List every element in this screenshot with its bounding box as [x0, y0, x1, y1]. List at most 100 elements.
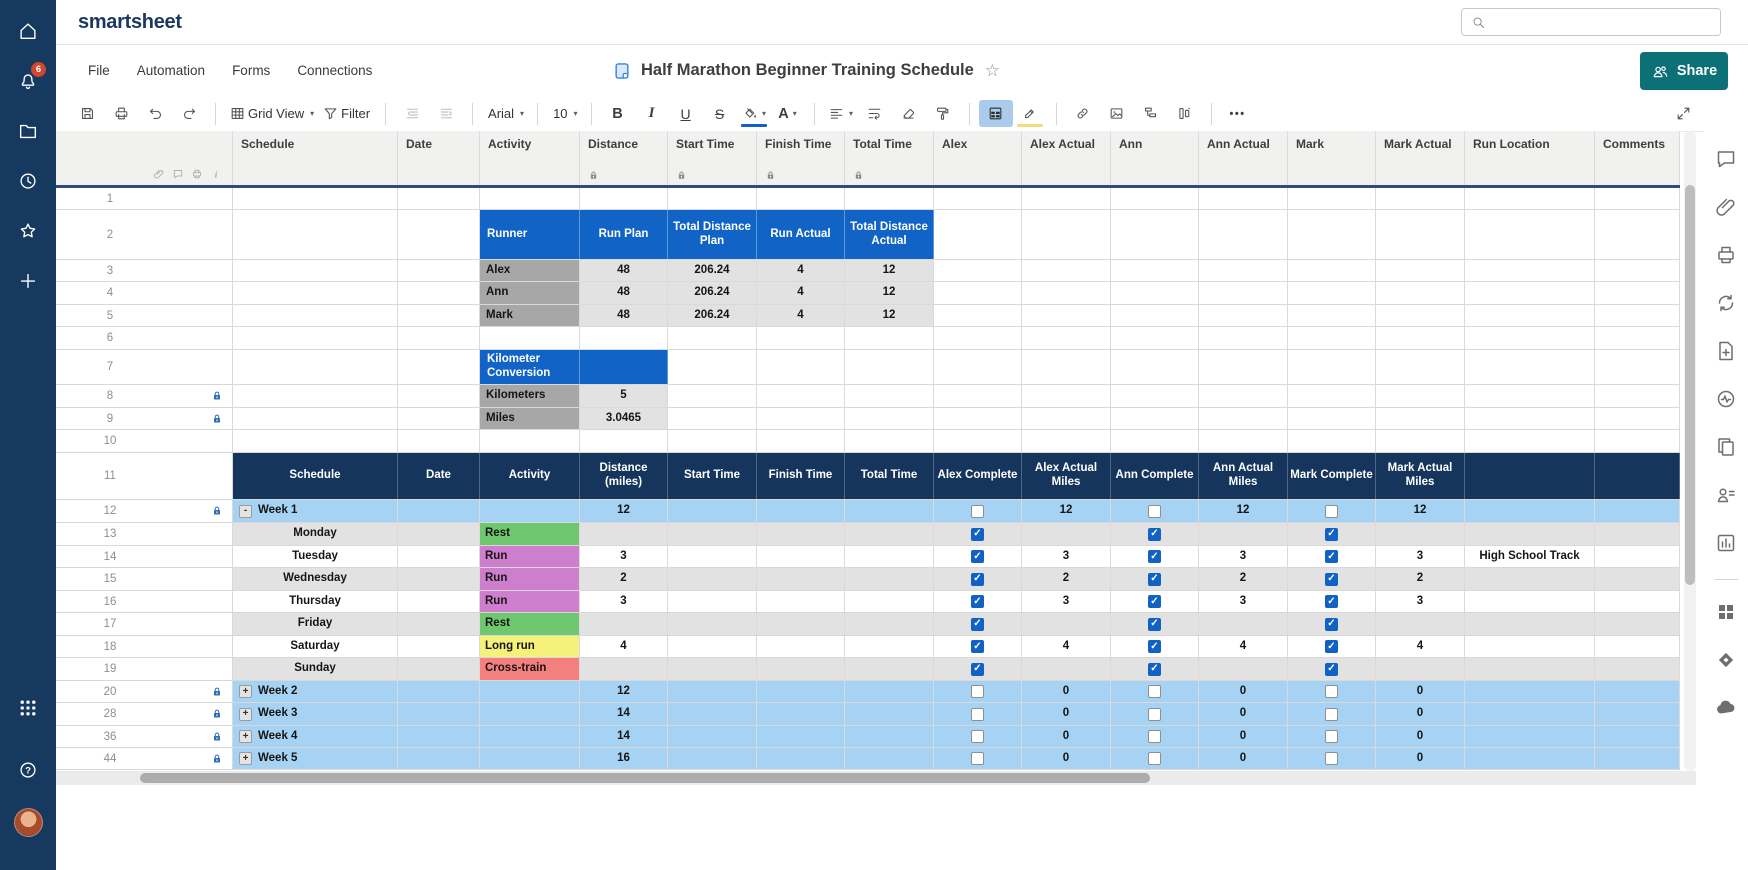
cell-schedule-row16[interactable]: Thursday — [233, 591, 398, 612]
cell-comments-row12[interactable] — [1595, 500, 1680, 522]
cell-mark-row7[interactable] — [1288, 350, 1376, 384]
menu-forms[interactable]: Forms — [232, 63, 270, 78]
cell-activity-row8[interactable]: Kilometers — [480, 385, 580, 407]
cell-finish-row15[interactable] — [757, 568, 845, 590]
rail-premium-apps-button[interactable] — [1714, 648, 1738, 672]
cell-distance-row6[interactable] — [580, 327, 668, 349]
checkbox-unchecked[interactable] — [971, 685, 984, 698]
cell-alex-row16[interactable] — [934, 591, 1022, 612]
cell-runLocation-row7[interactable] — [1465, 350, 1595, 384]
cell-comments-row28[interactable] — [1595, 703, 1680, 725]
cell-ann-row2[interactable] — [1111, 210, 1199, 259]
cell-date-row17[interactable] — [398, 613, 480, 635]
column-header-schedule[interactable]: Schedule — [233, 131, 398, 185]
cell-runLocation-row20[interactable] — [1465, 681, 1595, 702]
sidebar-notifications-button[interactable]: 6 — [8, 61, 48, 101]
cell-date-row19[interactable] — [398, 658, 480, 680]
checkbox-unchecked[interactable] — [1325, 752, 1338, 765]
cell-ann-row3[interactable] — [1111, 260, 1199, 281]
cell-total-row16[interactable] — [845, 591, 934, 612]
checkbox-checked[interactable] — [971, 528, 984, 541]
row-gutter[interactable]: 12 — [56, 500, 233, 522]
cell-ann-row12[interactable] — [1111, 500, 1199, 522]
cell-finish-row9[interactable] — [757, 408, 845, 429]
checkbox-checked[interactable] — [1325, 573, 1338, 586]
cell-start-row4[interactable]: 206.24 — [668, 282, 757, 304]
sidebar-apps-button[interactable] — [8, 688, 48, 728]
cell-distance-row15[interactable]: 2 — [580, 568, 668, 590]
row-gutter[interactable]: 15 — [56, 568, 233, 590]
cell-alexActual-row11[interactable]: Alex Actual Miles — [1022, 453, 1111, 499]
cell-alex-row6[interactable] — [934, 327, 1022, 349]
cell-alex-row3[interactable] — [934, 260, 1022, 281]
vertical-scrollbar-thumb[interactable] — [1685, 185, 1695, 585]
cell-total-row2[interactable]: Total Distance Actual — [845, 210, 934, 259]
cell-comments-row15[interactable] — [1595, 568, 1680, 590]
checkbox-checked[interactable] — [1325, 663, 1338, 676]
cell-mark-row44[interactable] — [1288, 748, 1376, 769]
row-gutter[interactable]: 7 — [56, 350, 233, 384]
cell-alex-row13[interactable] — [934, 523, 1022, 545]
cell-alex-row10[interactable] — [934, 430, 1022, 452]
cell-alexActual-row12[interactable]: 12 — [1022, 500, 1111, 522]
cell-date-row1[interactable] — [398, 188, 480, 209]
cell-finish-row2[interactable]: Run Actual — [757, 210, 845, 259]
cell-activity-row1[interactable] — [480, 188, 580, 209]
checkbox-unchecked[interactable] — [971, 505, 984, 518]
cell-total-row19[interactable] — [845, 658, 934, 680]
sidebar-help-button[interactable]: ? — [8, 750, 48, 790]
cell-annActual-row13[interactable] — [1199, 523, 1288, 545]
cell-activity-row13[interactable]: Rest — [480, 523, 580, 545]
cell-alexActual-row13[interactable] — [1022, 523, 1111, 545]
cell-activity-row9[interactable]: Miles — [480, 408, 580, 429]
checkbox-checked[interactable] — [971, 618, 984, 631]
cell-start-row1[interactable] — [668, 188, 757, 209]
save-button[interactable] — [70, 100, 104, 127]
cell-start-row8[interactable] — [668, 385, 757, 407]
column-header-annActual[interactable]: Ann Actual — [1199, 131, 1288, 185]
cell-schedule-row17[interactable]: Friday — [233, 613, 398, 635]
cell-alex-row28[interactable] — [934, 703, 1022, 725]
cell-annActual-row15[interactable]: 2 — [1199, 568, 1288, 590]
cell-activity-row20[interactable] — [480, 681, 580, 702]
row-gutter[interactable]: 20 — [56, 681, 233, 702]
manage-columns-button[interactable] — [1168, 100, 1202, 127]
checkbox-unchecked[interactable] — [971, 730, 984, 743]
cell-finish-row13[interactable] — [757, 523, 845, 545]
cell-annActual-row1[interactable] — [1199, 188, 1288, 209]
checkbox-checked[interactable] — [1325, 595, 1338, 608]
fill-color-button[interactable]: ▾ — [737, 100, 771, 127]
cell-activity-row4[interactable]: Ann — [480, 282, 580, 304]
cell-alexActual-row10[interactable] — [1022, 430, 1111, 452]
print-button[interactable] — [104, 100, 138, 127]
highlight-button[interactable] — [1013, 100, 1047, 127]
cell-ann-row10[interactable] — [1111, 430, 1199, 452]
cell-start-row14[interactable] — [668, 546, 757, 567]
undo-button[interactable] — [138, 100, 172, 127]
checkbox-checked[interactable] — [1148, 640, 1161, 653]
cell-finish-row4[interactable]: 4 — [757, 282, 845, 304]
cell-date-row20[interactable] — [398, 681, 480, 702]
horizontal-scrollbar-thumb[interactable] — [140, 773, 1150, 783]
cell-alexActual-row36[interactable]: 0 — [1022, 726, 1111, 747]
bold-button[interactable]: B — [601, 100, 635, 127]
cell-alex-row19[interactable] — [934, 658, 1022, 680]
cell-distance-row18[interactable]: 4 — [580, 636, 668, 657]
cell-total-row12[interactable] — [845, 500, 934, 522]
expand-toggle[interactable]: + — [239, 685, 252, 698]
row-gutter[interactable]: 3 — [56, 260, 233, 281]
cell-date-row10[interactable] — [398, 430, 480, 452]
cell-runLocation-row2[interactable] — [1465, 210, 1595, 259]
cell-alex-row36[interactable] — [934, 726, 1022, 747]
checkbox-checked[interactable] — [971, 550, 984, 563]
cell-activity-row5[interactable]: Mark — [480, 305, 580, 326]
wrap-text-button[interactable] — [858, 100, 892, 127]
cell-ann-row17[interactable] — [1111, 613, 1199, 635]
cell-activity-row2[interactable]: Runner — [480, 210, 580, 259]
cell-alex-row14[interactable] — [934, 546, 1022, 567]
cell-alex-row5[interactable] — [934, 305, 1022, 326]
cell-alex-row4[interactable] — [934, 282, 1022, 304]
cell-ann-row16[interactable] — [1111, 591, 1199, 612]
cell-activity-row15[interactable]: Run — [480, 568, 580, 590]
cell-finish-row28[interactable] — [757, 703, 845, 725]
